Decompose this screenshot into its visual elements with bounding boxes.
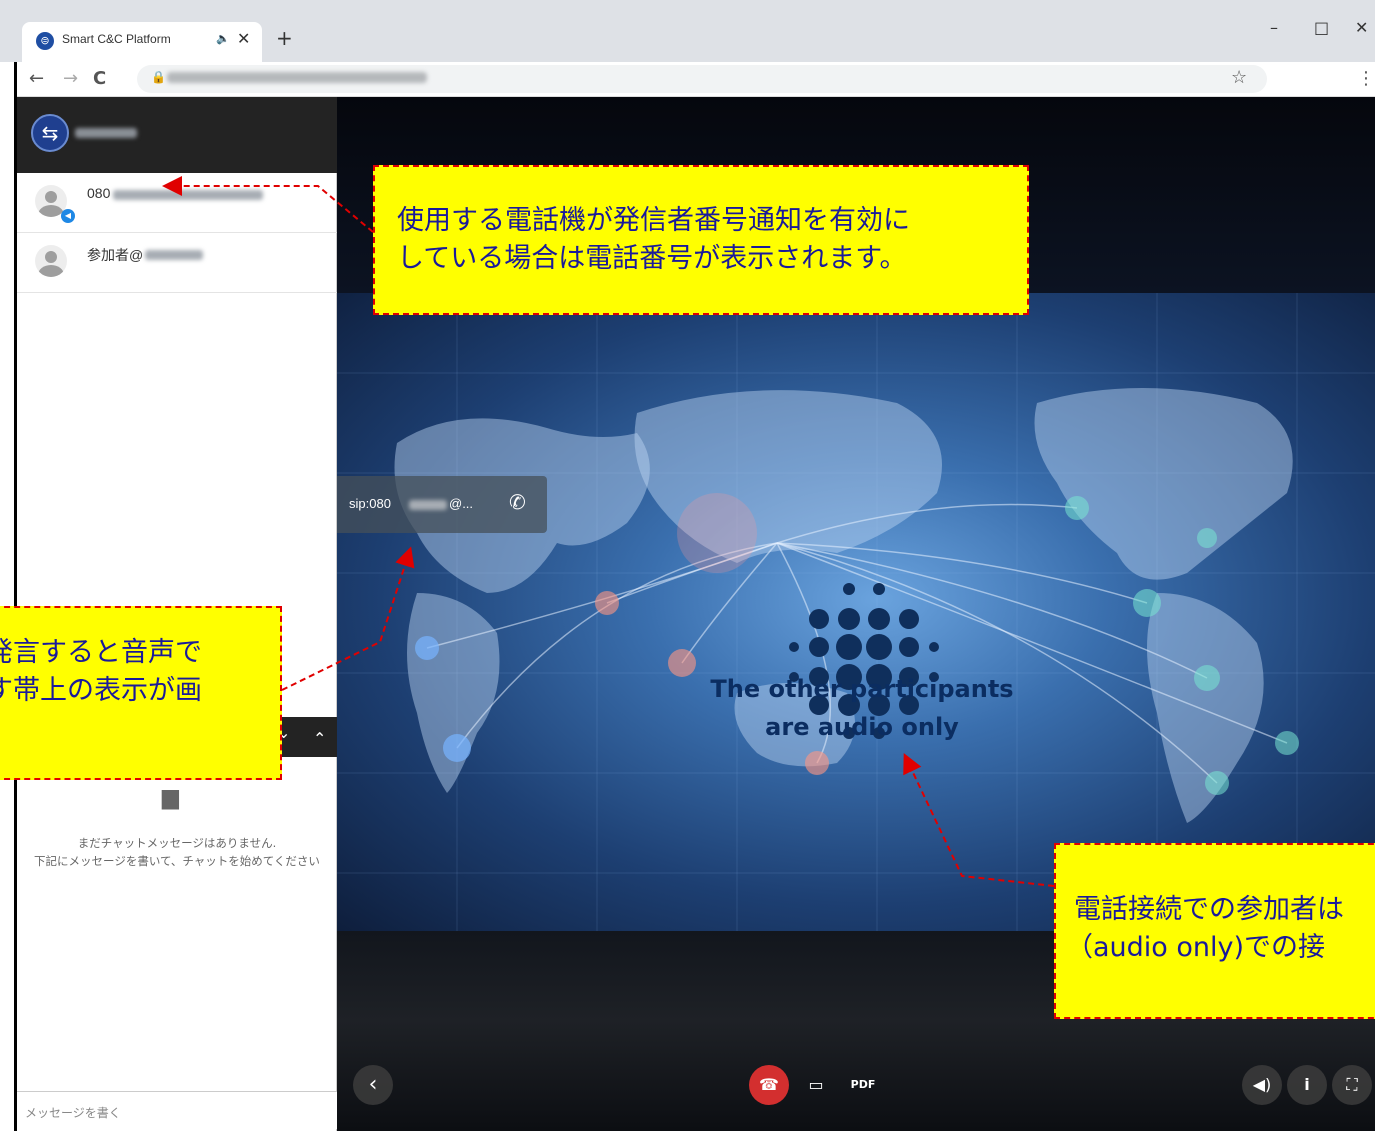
- annotation-arrows: [162, 176, 1055, 887]
